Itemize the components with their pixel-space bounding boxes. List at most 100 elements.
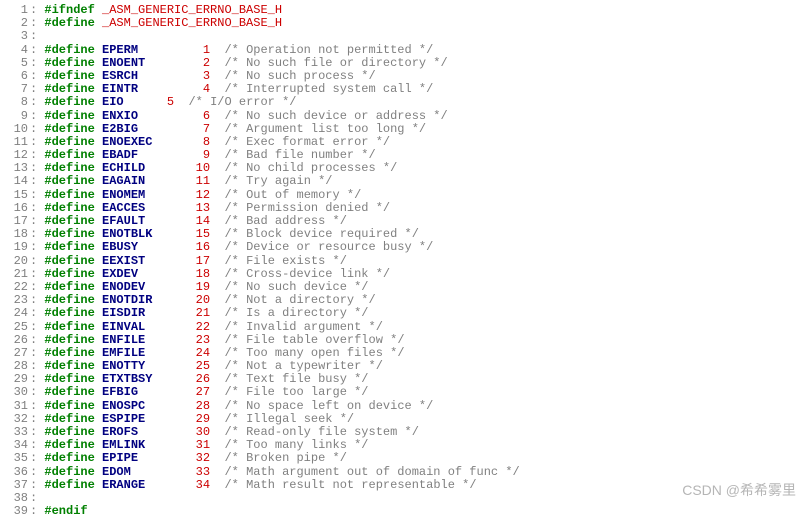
line-colon: :: [30, 504, 44, 518]
pp-keyword: #endif: [44, 504, 87, 518]
pp-keyword: #define: [44, 214, 94, 228]
line-colon: :: [30, 56, 44, 70]
guard-name: _ASM_GENERIC_ERRNO_BASE_H: [102, 16, 282, 30]
errno-comment: /* File too large */: [224, 385, 368, 399]
errno-value: 10: [196, 161, 210, 175]
errno-comment: /* Cross-device link */: [224, 267, 390, 281]
line-colon: :: [30, 16, 44, 30]
errno-name: EIO: [102, 95, 124, 109]
errno-name: EACCES: [102, 201, 145, 215]
code-line: 39: #endif: [0, 505, 806, 518]
pp-keyword: #ifndef: [44, 3, 94, 17]
line-colon: :: [30, 399, 44, 413]
errno-name: EINVAL: [102, 320, 145, 334]
errno-value: 25: [196, 359, 210, 373]
guard-name: _ASM_GENERIC_ERRNO_BASE_H: [102, 3, 282, 17]
errno-name: EPERM: [102, 43, 138, 57]
errno-name: EBUSY: [102, 240, 138, 254]
errno-value: 28: [196, 399, 210, 413]
errno-name: EPIPE: [102, 451, 138, 465]
errno-comment: /* File exists */: [224, 254, 346, 268]
pp-keyword: #define: [44, 56, 94, 70]
line-number: 21: [0, 268, 30, 281]
errno-name: EROFS: [102, 425, 138, 439]
errno-value: 29: [196, 412, 210, 426]
errno-comment: /* Math result not representable */: [224, 478, 476, 492]
errno-name: ESRCH: [102, 69, 138, 83]
errno-value: 32: [196, 451, 210, 465]
errno-value: 4: [203, 82, 210, 96]
pp-keyword: #define: [44, 227, 94, 241]
line-number: 26: [0, 334, 30, 347]
errno-comment: /* File table overflow */: [224, 333, 404, 347]
line-colon: :: [30, 267, 44, 281]
pp-keyword: #define: [44, 293, 94, 307]
line-colon: :: [30, 201, 44, 215]
line-colon: :: [30, 280, 44, 294]
errno-name: ENOMEM: [102, 188, 145, 202]
errno-value: 14: [196, 214, 210, 228]
line-colon: :: [30, 320, 44, 334]
errno-name: EMLINK: [102, 438, 145, 452]
errno-value: 21: [196, 306, 210, 320]
line-number: 8: [0, 96, 30, 109]
errno-name: EDOM: [102, 465, 131, 479]
line-colon: :: [30, 161, 44, 175]
pp-keyword: #define: [44, 95, 94, 109]
errno-value: 19: [196, 280, 210, 294]
line-colon: :: [30, 491, 44, 505]
line-number: 36: [0, 466, 30, 479]
errno-name: E2BIG: [102, 122, 138, 136]
errno-value: 11: [196, 174, 210, 188]
pp-keyword: #define: [44, 135, 94, 149]
line-number: 4: [0, 44, 30, 57]
errno-value: 24: [196, 346, 210, 360]
errno-value: 2: [203, 56, 210, 70]
errno-value: 27: [196, 385, 210, 399]
errno-name: ENOENT: [102, 56, 145, 70]
line-colon: :: [30, 214, 44, 228]
pp-keyword: #define: [44, 320, 94, 334]
errno-comment: /* No child processes */: [224, 161, 397, 175]
pp-keyword: #define: [44, 359, 94, 373]
errno-comment: /* No such device or address */: [224, 109, 447, 123]
errno-comment: /* Broken pipe */: [224, 451, 346, 465]
code-line: 37: #define ERANGE 34 /* Math result not…: [0, 479, 806, 492]
pp-keyword: #define: [44, 69, 94, 83]
errno-name: ENXIO: [102, 109, 138, 123]
errno-value: 6: [203, 109, 210, 123]
errno-value: 22: [196, 320, 210, 334]
line-number: 9: [0, 110, 30, 123]
errno-comment: /* Argument list too long */: [224, 122, 426, 136]
errno-value: 16: [196, 240, 210, 254]
line-colon: :: [30, 254, 44, 268]
line-number: 30: [0, 386, 30, 399]
line-number: 35: [0, 452, 30, 465]
errno-value: 30: [196, 425, 210, 439]
pp-keyword: #define: [44, 174, 94, 188]
line-colon: :: [30, 174, 44, 188]
errno-value: 18: [196, 267, 210, 281]
line-colon: :: [30, 135, 44, 149]
line-number: 37: [0, 479, 30, 492]
errno-name: EAGAIN: [102, 174, 145, 188]
errno-name: ESPIPE: [102, 412, 145, 426]
line-colon: :: [30, 148, 44, 162]
errno-name: EISDIR: [102, 306, 145, 320]
errno-comment: /* Read-only file system */: [224, 425, 418, 439]
errno-name: ENOTBLK: [102, 227, 152, 241]
line-colon: :: [30, 465, 44, 479]
line-colon: :: [30, 425, 44, 439]
line-colon: :: [30, 227, 44, 241]
line-colon: :: [30, 82, 44, 96]
pp-keyword: #define: [44, 280, 94, 294]
pp-keyword: #define: [44, 161, 94, 175]
pp-keyword: #define: [44, 412, 94, 426]
code-line: 2: #define _ASM_GENERIC_ERRNO_BASE_H: [0, 17, 806, 30]
errno-comment: /* Out of memory */: [224, 188, 361, 202]
errno-name: ETXTBSY: [102, 372, 152, 386]
errno-comment: /* I/O error */: [188, 95, 296, 109]
errno-value: 13: [196, 201, 210, 215]
pp-keyword: #define: [44, 399, 94, 413]
errno-comment: /* Operation not permitted */: [224, 43, 433, 57]
